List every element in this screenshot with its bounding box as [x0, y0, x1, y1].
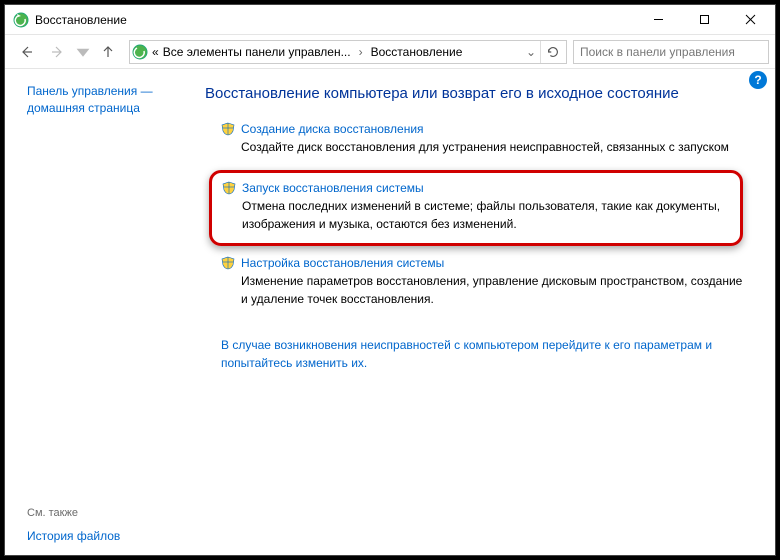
see-also-header: См. также [27, 507, 120, 519]
configure-system-restore-link[interactable]: Настройка восстановления системы [221, 256, 751, 270]
close-button[interactable] [727, 5, 773, 35]
minimize-button[interactable] [635, 5, 681, 35]
address-bar[interactable]: « Все элементы панели управлен... › Восс… [129, 40, 567, 64]
forward-button[interactable] [43, 38, 73, 66]
create-recovery-drive-link[interactable]: Создание диска восстановления [221, 122, 751, 136]
navbar: « Все элементы панели управлен... › Восс… [5, 35, 775, 69]
recovery-icon [132, 44, 148, 60]
shield-icon [221, 122, 235, 136]
start-system-restore-link[interactable]: Запуск восстановления системы [222, 181, 730, 195]
search-placeholder: Поиск в панели управления [580, 45, 735, 59]
highlighted-option: Запуск восстановления системы Отмена пос… [209, 170, 743, 246]
configure-system-restore-item: Настройка восстановления системы Изменен… [221, 256, 751, 308]
breadcrumb-prefix: « [152, 45, 159, 59]
content-area: Панель управления — домашняя страница См… [5, 69, 775, 555]
help-icon[interactable]: ? [749, 71, 767, 89]
search-input[interactable]: Поиск в панели управления [573, 40, 769, 64]
item-description: Отмена последних изменений в системе; фа… [222, 197, 730, 233]
page-title: Восстановление компьютера или возврат ег… [205, 85, 751, 102]
file-history-link[interactable]: История файлов [27, 529, 120, 543]
window-title: Восстановление [35, 13, 127, 27]
see-also-section: См. также История файлов [27, 507, 120, 543]
start-system-restore-item: Запуск восстановления системы Отмена пос… [222, 181, 730, 233]
breadcrumb-item[interactable]: Все элементы панели управлен... [163, 45, 351, 59]
item-description: Изменение параметров восстановления, упр… [221, 272, 751, 308]
back-button[interactable] [11, 38, 41, 66]
chevron-right-icon[interactable]: › [355, 45, 367, 59]
address-dropdown[interactable]: ⌄ [522, 45, 540, 59]
shield-icon [221, 256, 235, 270]
left-pane: Панель управления — домашняя страница См… [5, 69, 205, 555]
control-panel-home-link[interactable]: Панель управления — домашняя страница [27, 83, 195, 117]
refresh-button[interactable] [540, 41, 564, 63]
info-link[interactable]: В случае возникновения неисправностей с … [221, 336, 751, 372]
item-description: Создайте диск восстановления для устране… [221, 138, 751, 156]
up-button[interactable] [93, 38, 123, 66]
main-pane: ? Восстановление компьютера или возврат … [205, 69, 775, 555]
shield-icon [222, 181, 236, 195]
breadcrumb-item[interactable]: Восстановление [371, 45, 463, 59]
recent-dropdown[interactable] [75, 38, 91, 66]
create-recovery-drive-item: Создание диска восстановления Создайте д… [221, 122, 751, 156]
recovery-icon [13, 12, 29, 28]
titlebar: Восстановление [5, 5, 775, 35]
maximize-button[interactable] [681, 5, 727, 35]
recovery-window: Восстановление « Все элементы [4, 4, 776, 556]
